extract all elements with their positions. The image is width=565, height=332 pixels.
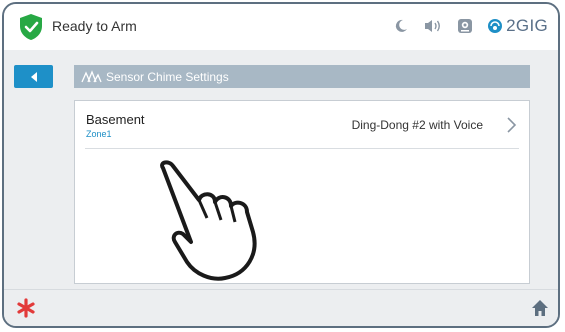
bottom-bar <box>4 289 558 326</box>
brand-logo: 2GIG <box>487 16 548 36</box>
row-divider <box>85 148 519 149</box>
chevron-right-icon <box>507 117 517 133</box>
speaker-icon[interactable] <box>423 16 443 36</box>
sensor-name: Basement <box>86 112 145 127</box>
panel-screen: Ready to Arm 2GIG Sensor Chime Settings … <box>2 2 560 328</box>
brand-swirl-icon <box>488 19 503 33</box>
back-arrow-icon <box>30 71 37 82</box>
title-bar: Sensor Chime Settings <box>74 65 530 88</box>
brand-text: 2GIG <box>506 16 548 35</box>
emergency-asterisk-icon[interactable] <box>14 296 38 320</box>
chime-icon <box>81 69 102 82</box>
chime-value: Ding-Dong #2 with Voice <box>351 118 483 132</box>
sensor-list: Basement Zone1 Ding-Dong #2 with Voice <box>74 100 530 284</box>
status-bar: Ready to Arm 2GIG <box>4 4 558 50</box>
back-button[interactable] <box>14 65 53 88</box>
moon-icon[interactable] <box>391 16 411 36</box>
status-icons: 2GIG <box>391 13 548 39</box>
home-icon[interactable] <box>530 298 550 318</box>
shield-check-icon[interactable] <box>18 13 44 41</box>
sensor-zone: Zone1 <box>86 129 112 139</box>
sensor-row[interactable]: Basement Zone1 Ding-Dong #2 with Voice <box>75 101 529 149</box>
page-title: Sensor Chime Settings <box>106 69 229 84</box>
arm-status-text[interactable]: Ready to Arm <box>52 18 137 34</box>
content-area: Sensor Chime Settings Basement Zone1 Din… <box>4 50 558 290</box>
camera-icon[interactable] <box>455 16 475 36</box>
pointing-hand-icon <box>160 160 257 281</box>
